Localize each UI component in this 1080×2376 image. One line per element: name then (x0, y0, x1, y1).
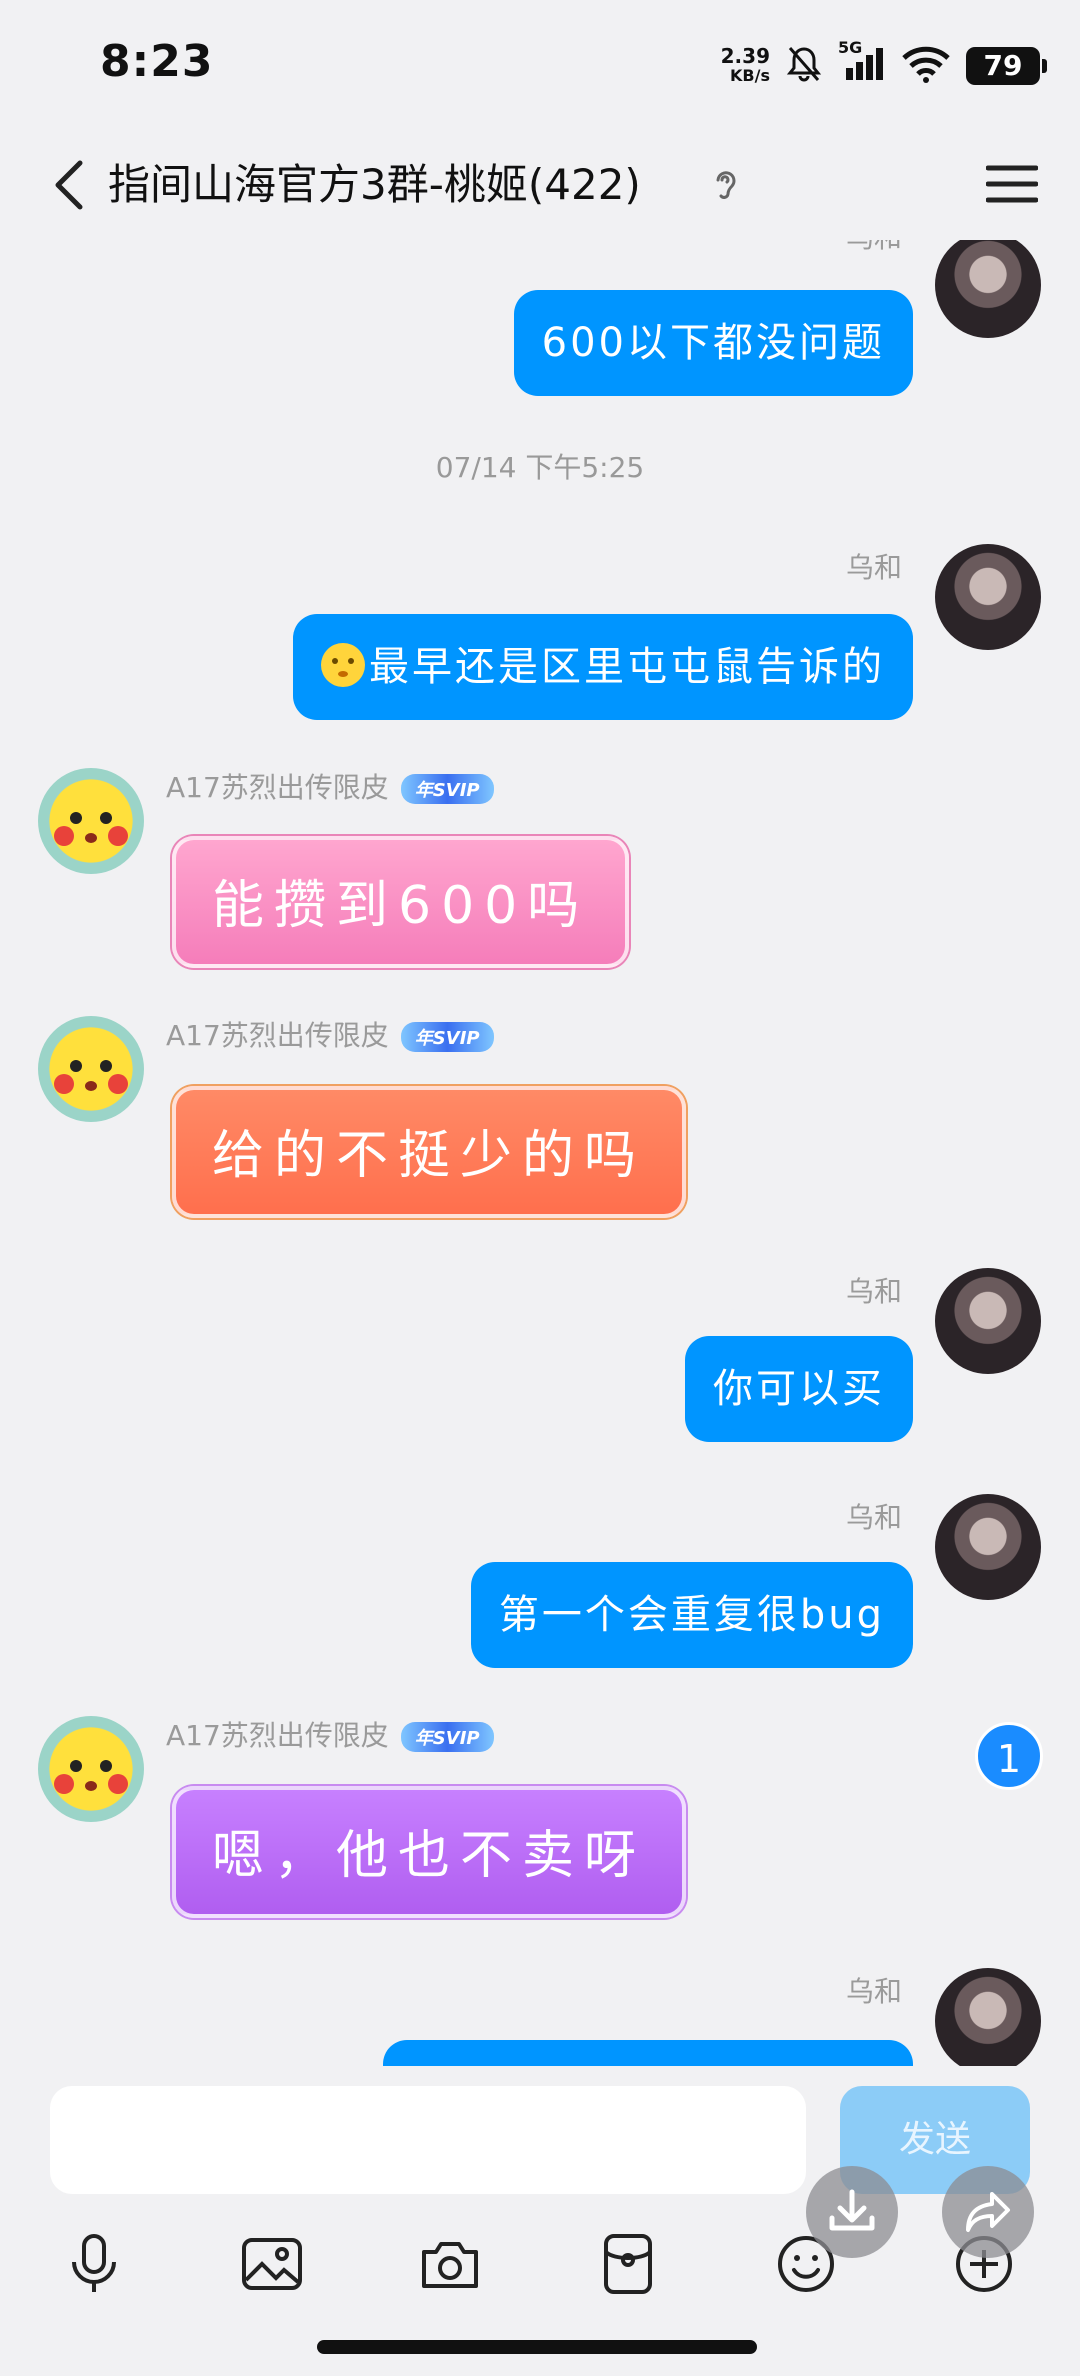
image-icon (242, 2238, 302, 2290)
message-input[interactable] (50, 2086, 806, 2194)
sender-name-text: A17苏烈出传限皮 (166, 1019, 389, 1052)
avatar[interactable] (935, 240, 1041, 338)
avatar[interactable] (38, 1716, 144, 1822)
battery-icon: 79 (966, 47, 1047, 85)
red-packet-icon (604, 2234, 652, 2294)
cellular-signal-icon: 5G (838, 38, 886, 88)
status-bar: 8:23 2.39 KB/s 5G 79 (0, 0, 1080, 130)
status-icons: 2.39 KB/s 5G 79 (721, 38, 1047, 94)
sender-name-text: A17苏烈出传限皮 (166, 771, 389, 804)
network-speed-unit: KB/s (730, 66, 770, 85)
message-timestamp: 07/14 下午5:25 (435, 451, 645, 484)
earpiece-mode-icon[interactable] (710, 156, 750, 216)
avatar[interactable] (38, 768, 144, 874)
sender-name: 乌和 (845, 1975, 902, 2008)
app-root: 8:23 2.39 KB/s 5G 79 指间山海官方3群-桃姬(422) 60… (0, 0, 1080, 2376)
message-bubble[interactable]: 嗯，他也不卖呀 (172, 1786, 687, 1918)
avatar[interactable] (935, 1494, 1041, 1600)
red-packet-button[interactable] (590, 2226, 666, 2302)
chat-message-list[interactable]: 乌和 600以下都没问题 07/14 下午5:25 乌和 最早还是区里屯屯鼠告诉… (0, 240, 1080, 2066)
microphone-icon (72, 2234, 116, 2292)
voice-button[interactable] (56, 2226, 132, 2302)
message-bubble[interactable]: 第一个会重复很bug (470, 1562, 913, 1668)
message-bubble[interactable]: 给的不挺少的吗 (172, 1086, 687, 1218)
svip-badge: 年SVIP (400, 774, 494, 804)
menu-button[interactable] (980, 152, 1044, 216)
pikachu-face-icon (54, 812, 128, 846)
avatar[interactable] (935, 544, 1041, 650)
message-bubble[interactable]: 最早还是区里屯屯鼠告诉的 (293, 614, 913, 720)
pikachu-face-icon (54, 1060, 128, 1094)
camera-icon (422, 2242, 478, 2288)
chevron-left-icon (55, 160, 83, 210)
svip-badge: 年SVIP (400, 1022, 494, 1052)
unread-count-badge[interactable]: 1 (975, 1722, 1043, 1790)
sender-name: A17苏烈出传限皮 年SVIP (166, 1714, 494, 1754)
message-bubble[interactable]: 你可以买 (685, 1336, 913, 1442)
message-bubble[interactable]: 能攒到600吗 (172, 836, 630, 968)
sender-name: A17苏烈出传限皮 年SVIP (166, 1014, 494, 1054)
svip-badge: 年SVIP (400, 1722, 494, 1752)
message-bubble[interactable]: 600以下都没问题 (513, 290, 913, 396)
input-toolbar (0, 2216, 1080, 2326)
pikachu-face-icon (54, 1760, 128, 1794)
share-arrow-icon (966, 2192, 1010, 2232)
sender-name: 乌和 (845, 1275, 902, 1308)
download-icon (829, 2189, 875, 2231)
sender-name: 乌和 (845, 551, 902, 584)
avatar[interactable] (935, 1968, 1041, 2066)
hamburger-menu-icon (986, 165, 1038, 203)
chat-header: 指间山海官方3群-桃姬(422) (0, 130, 1080, 240)
status-time: 8:23 (100, 36, 214, 87)
image-button[interactable] (234, 2226, 310, 2302)
network-speed: 2.39 KB/s (721, 46, 770, 86)
network-speed-value: 2.39 (720, 44, 770, 68)
network-type: 5G (838, 38, 863, 57)
camera-button[interactable] (412, 2226, 488, 2302)
sender-name: 乌和 (846, 240, 902, 256)
download-button[interactable] (806, 2166, 898, 2258)
back-button[interactable] (38, 150, 98, 220)
wifi-icon (900, 44, 952, 88)
avatar[interactable] (38, 1016, 144, 1122)
avatar[interactable] (935, 1268, 1041, 1374)
sender-name: A17苏烈出传限皮 年SVIP (166, 766, 494, 806)
sender-name: 乌和 (845, 1501, 902, 1534)
home-indicator[interactable] (317, 2340, 757, 2354)
message-bubble[interactable] (383, 2040, 913, 2066)
input-area: 发送 (0, 2066, 1080, 2376)
message-text: 最早还是区里屯屯鼠告诉的 (369, 644, 885, 690)
mute-bell-icon (784, 44, 824, 88)
share-button[interactable] (942, 2166, 1034, 2258)
smiley-emoji-icon (321, 643, 365, 687)
sender-name-text: A17苏烈出传限皮 (166, 1719, 389, 1752)
page-title: 指间山海官方3群-桃姬(422) (108, 160, 641, 209)
